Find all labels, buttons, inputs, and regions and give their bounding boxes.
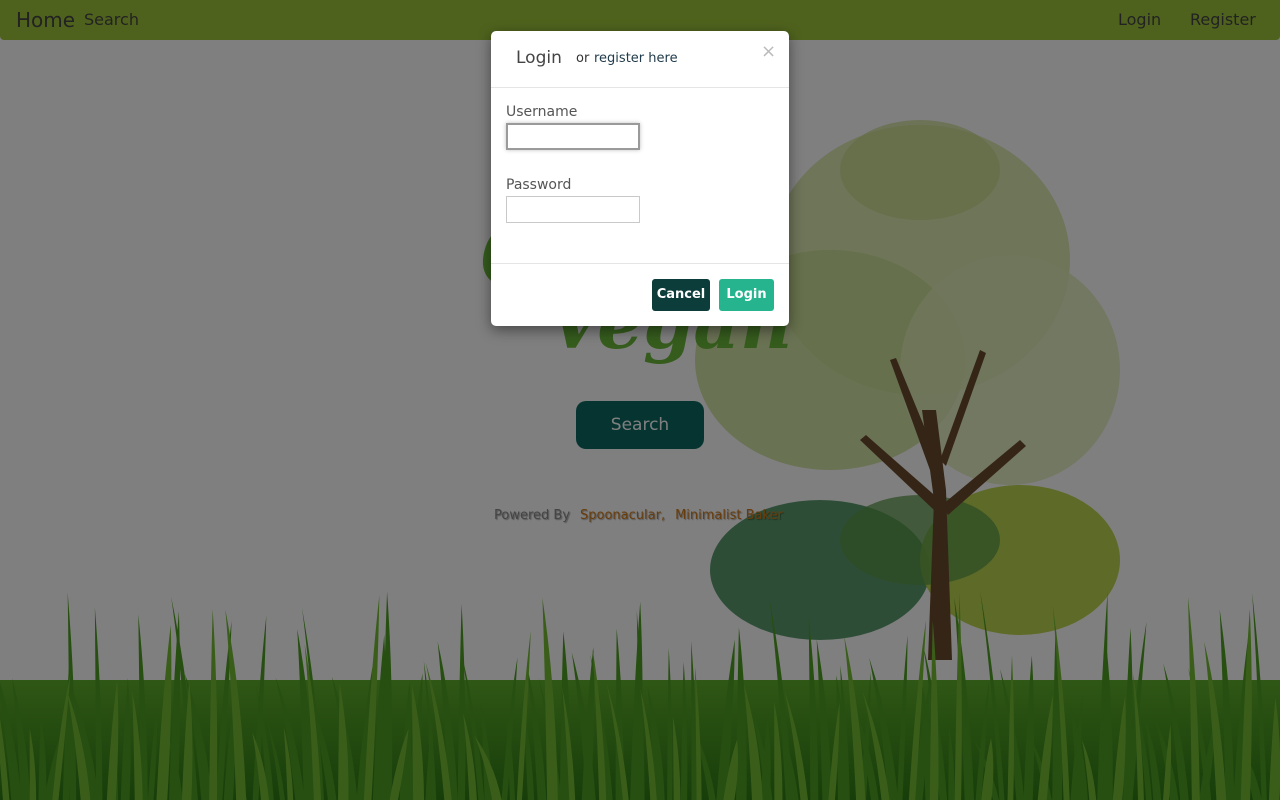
username-input[interactable] (506, 123, 640, 150)
cancel-button[interactable]: Cancel (652, 279, 710, 311)
login-modal: Login or register here × Username Passwo… (491, 31, 789, 326)
modal-or-text: or (576, 51, 590, 66)
page: Home Search Login Register G Vegan Searc… (0, 0, 1280, 800)
modal-footer: Cancel Login (491, 263, 789, 327)
modal-header: Login or register here × (491, 31, 789, 88)
register-here-link[interactable]: register here (594, 50, 678, 68)
password-input[interactable] (506, 196, 640, 223)
password-label: Password (506, 177, 572, 193)
modal-title: Login (516, 48, 562, 68)
close-icon[interactable]: × (761, 43, 776, 61)
login-button[interactable]: Login (719, 279, 774, 311)
username-label: Username (506, 104, 578, 120)
